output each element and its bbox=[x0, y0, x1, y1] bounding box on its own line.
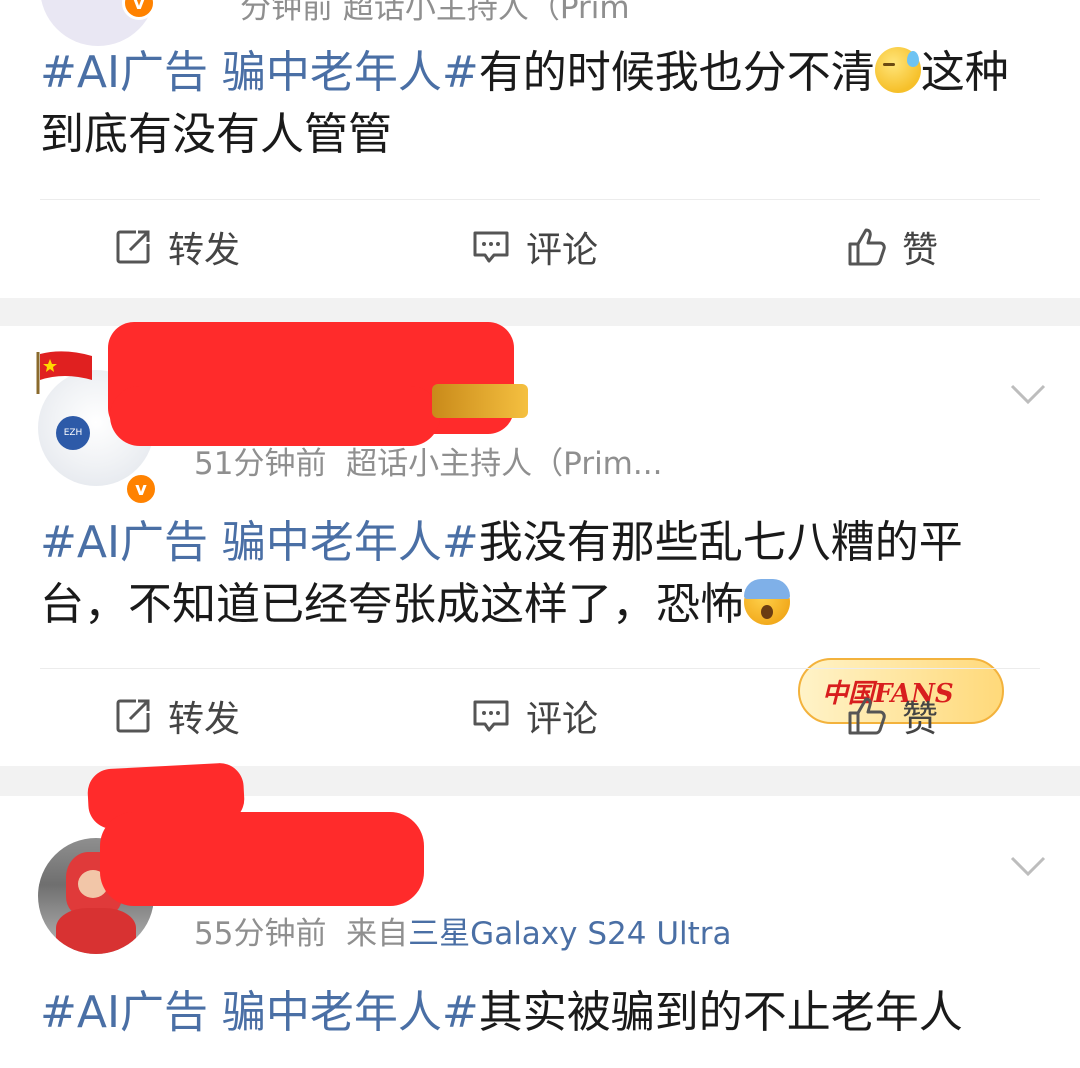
comment-button[interactable]: 评论 bbox=[470, 202, 598, 292]
comment-icon bbox=[473, 231, 509, 263]
repost-icon bbox=[116, 699, 150, 733]
thumbs-up-icon bbox=[848, 228, 886, 266]
post-2-meta: 51分钟前 超话小主持人（Prim... bbox=[194, 438, 662, 483]
thumbs-up-icon bbox=[848, 697, 886, 735]
post-time: 55分钟前 bbox=[194, 916, 327, 952]
china-flag-icon bbox=[36, 351, 92, 394]
chevron-down-icon[interactable] bbox=[1008, 854, 1048, 878]
repost-icon bbox=[116, 230, 150, 264]
post-time: 51分钟前 bbox=[194, 446, 327, 482]
post-2: EZH v 中国FANS 51分钟前 超话小主持人（Prim... #AI广告 … bbox=[0, 322, 1080, 766]
post-1-actions: 转发 评论 赞 bbox=[0, 202, 1080, 292]
redacted-username bbox=[100, 812, 424, 906]
comment-icon bbox=[473, 700, 509, 732]
sweat-smile-emoji-icon bbox=[874, 47, 921, 93]
like-button[interactable]: 赞 bbox=[846, 671, 938, 761]
post-device-link[interactable]: 三星Galaxy S24 Ultra bbox=[408, 916, 731, 952]
redacted-username bbox=[110, 386, 440, 446]
screaming-fear-emoji-icon bbox=[744, 579, 790, 625]
post-3: 55分钟前 来自三星Galaxy S24 Ultra #AI广告 骗中老年人#其… bbox=[0, 761, 1080, 1068]
verified-badge-icon: v bbox=[124, 472, 158, 506]
divider bbox=[40, 668, 1040, 669]
chevron-down-icon[interactable] bbox=[1008, 382, 1048, 406]
post-source: 超话小主持人（Prim... bbox=[346, 446, 663, 482]
comment-button[interactable]: 评论 bbox=[470, 671, 598, 761]
post-1: v 分钟前 超话小主持人（Prim #AI广告 骗中老年人#有的时候我也分不清这… bbox=[0, 0, 1080, 298]
like-button[interactable]: 赞 bbox=[846, 202, 938, 292]
post-3-text: #AI广告 骗中老年人#其实被骗到的不止老年人 bbox=[40, 987, 963, 1038]
post-3-meta: 55分钟前 来自三星Galaxy S24 Ultra bbox=[194, 908, 732, 953]
post-1-meta: 分钟前 超话小主持人（Prim bbox=[240, 0, 630, 26]
hashtag-link[interactable]: #AI广告 骗中老年人# bbox=[40, 47, 479, 98]
divider bbox=[40, 199, 1040, 200]
avatar-logo: EZH bbox=[56, 416, 90, 450]
repost-button[interactable]: 转发 bbox=[112, 671, 240, 761]
post-2-actions: 转发 评论 赞 bbox=[0, 671, 1080, 761]
hashtag-link[interactable]: #AI广告 骗中老年人# bbox=[40, 987, 479, 1038]
post-1-text: #AI广告 骗中老年人#有的时候我也分不清 这种到底有没有人管管 bbox=[40, 47, 1009, 160]
level-badge bbox=[432, 384, 528, 418]
post-2-text: #AI广告 骗中老年人#我没有那些乱七八糟的平台，不知道已经夸张成这样了，恐怖 bbox=[40, 517, 963, 630]
post-1-avatar[interactable]: v bbox=[40, 0, 156, 46]
hashtag-link[interactable]: #AI广告 骗中老年人# bbox=[40, 517, 479, 568]
post-source-prefix: 来自 bbox=[346, 916, 409, 952]
repost-button[interactable]: 转发 bbox=[112, 202, 240, 292]
